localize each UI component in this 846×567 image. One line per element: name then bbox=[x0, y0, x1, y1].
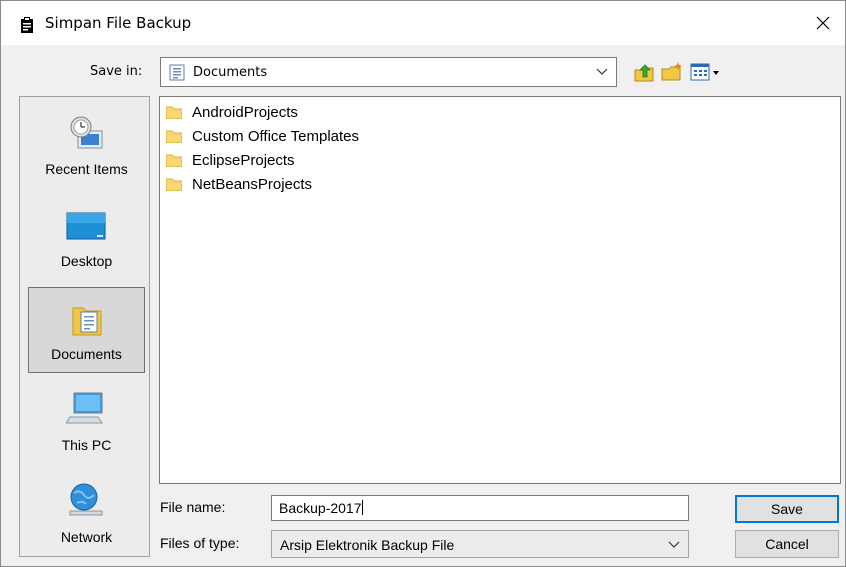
desktop-icon bbox=[66, 212, 106, 240]
place-label: This PC bbox=[61, 437, 112, 453]
save-dialog: Simpan File Backup Save in: Documents Re… bbox=[0, 0, 846, 567]
chevron-down-icon bbox=[596, 68, 608, 75]
list-item[interactable]: AndroidProjects bbox=[166, 101, 298, 123]
place-label: Recent Items bbox=[45, 161, 128, 177]
chevron-down-icon bbox=[668, 541, 680, 548]
file-name: AndroidProjects bbox=[192, 103, 298, 121]
folder-icon bbox=[166, 154, 182, 167]
folder-icon bbox=[166, 106, 182, 119]
folder-icon bbox=[166, 178, 182, 191]
list-item[interactable]: EclipseProjects bbox=[166, 149, 295, 171]
save-in-label: Save in: bbox=[90, 64, 143, 79]
place-label: Desktop bbox=[60, 253, 113, 269]
list-item[interactable]: NetBeansProjects bbox=[166, 173, 312, 195]
place-label: Network bbox=[60, 529, 113, 545]
up-one-level-icon[interactable] bbox=[631, 59, 657, 85]
file-name-label: File name: bbox=[160, 499, 226, 515]
text-caret bbox=[361, 500, 363, 515]
cancel-button[interactable]: Cancel bbox=[735, 530, 839, 558]
documents-small-icon bbox=[169, 64, 185, 81]
file-name-value: Backup-2017 bbox=[279, 500, 362, 516]
files-of-type-dropdown[interactable]: Arsip Elektronik Backup File bbox=[271, 530, 689, 558]
new-folder-icon[interactable] bbox=[659, 59, 685, 85]
save-in-value: Documents bbox=[193, 65, 268, 80]
place-this-pc[interactable]: This PC bbox=[28, 379, 145, 465]
clipboard-icon bbox=[21, 17, 33, 33]
file-list[interactable]: AndroidProjects Custom Office Templates … bbox=[159, 96, 841, 484]
view-menu-icon[interactable] bbox=[689, 59, 723, 85]
close-button[interactable] bbox=[801, 1, 845, 45]
file-name: EclipseProjects bbox=[192, 151, 295, 169]
files-of-type-value: Arsip Elektronik Backup File bbox=[280, 537, 455, 553]
save-button[interactable]: Save bbox=[735, 495, 839, 523]
save-in-dropdown[interactable]: Documents bbox=[160, 57, 617, 87]
documents-icon bbox=[72, 307, 102, 336]
files-of-type-label: Files of type: bbox=[160, 535, 240, 551]
network-icon bbox=[69, 483, 103, 516]
title-bar: Simpan File Backup bbox=[1, 1, 845, 45]
folder-icon bbox=[166, 130, 182, 143]
close-icon bbox=[816, 16, 830, 30]
file-name: NetBeansProjects bbox=[192, 175, 313, 193]
recent-items-icon bbox=[70, 116, 103, 149]
place-network[interactable]: Network bbox=[28, 471, 145, 557]
place-desktop[interactable]: Desktop bbox=[28, 195, 145, 281]
place-label: Documents bbox=[51, 346, 122, 362]
file-name: Custom Office Templates bbox=[192, 127, 360, 145]
place-recent-items[interactable]: Recent Items bbox=[28, 103, 145, 189]
places-bar: Recent Items Desktop Documents This PC N… bbox=[19, 96, 150, 557]
file-name-input[interactable]: Backup-2017 bbox=[271, 495, 689, 521]
window-title: Simpan File Backup bbox=[45, 14, 192, 32]
computer-icon bbox=[66, 392, 103, 424]
list-item[interactable]: Custom Office Templates bbox=[166, 125, 359, 147]
place-documents[interactable]: Documents bbox=[28, 287, 145, 373]
